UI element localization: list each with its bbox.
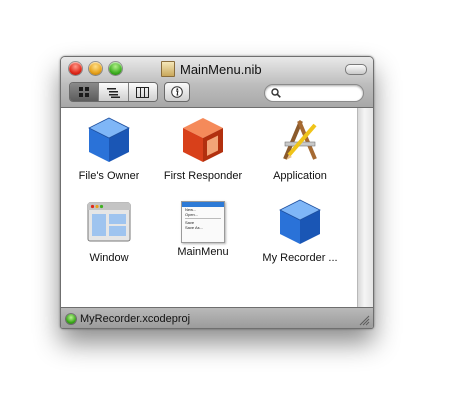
zoom-button[interactable] [109, 62, 122, 75]
search-input[interactable] [284, 86, 354, 100]
minimize-button[interactable] [89, 62, 102, 75]
list-icon [106, 87, 120, 98]
nib-item-my-recorder[interactable]: My Recorder ... [253, 195, 347, 271]
menu-preview-item: Save As... [185, 225, 204, 230]
nib-file-icon [161, 61, 175, 77]
item-label: File's Owner [78, 170, 140, 182]
vertical-scrollbar[interactable] [357, 108, 373, 307]
nib-item-application[interactable]: Application [253, 113, 347, 189]
project-status-dot-icon [66, 313, 76, 324]
first-responder-icon [183, 118, 223, 162]
close-button[interactable] [69, 62, 82, 75]
project-name: MyRecorder.xcodeproj [80, 312, 191, 325]
search-icon [271, 88, 281, 98]
window-title: MainMenu.nib [180, 61, 262, 77]
menu-icon: New... Open... Save Save As... [181, 201, 225, 243]
search-field[interactable] [264, 84, 364, 102]
info-icon [171, 86, 183, 98]
status-bar: MyRecorder.xcodeproj [61, 307, 373, 328]
item-label: First Responder [163, 170, 243, 182]
grid-icon [78, 86, 89, 97]
title-bar[interactable]: MainMenu.nib [61, 57, 373, 108]
item-label: Window [89, 252, 129, 264]
nib-item-first-responder[interactable]: First Responder [156, 113, 250, 189]
item-label: Application [273, 170, 327, 182]
view-mode-segmented-control [69, 82, 158, 102]
nib-item-mainmenu[interactable]: New... Open... Save Save As... MainMenu [156, 195, 250, 271]
column-view-button[interactable] [128, 83, 157, 101]
resize-grip-icon[interactable] [359, 315, 370, 326]
info-button[interactable] [164, 82, 190, 102]
list-view-button[interactable] [99, 83, 129, 101]
blue-cube-icon [88, 117, 130, 162]
item-label: My Recorder ... [262, 252, 338, 264]
item-label: MainMenu [177, 246, 229, 258]
nib-window: MainMenu.nib File's Owner First Responde… [60, 56, 374, 329]
icon-view-button[interactable] [70, 83, 100, 101]
nib-objects-area: File's Owner First Responder Application [61, 108, 357, 307]
window-title-group: MainMenu.nib [161, 60, 262, 78]
columns-icon [136, 86, 150, 98]
nib-item-window[interactable]: Window [62, 195, 156, 271]
application-icon [283, 120, 317, 160]
toolbar-toggle-button[interactable] [345, 64, 367, 75]
blue-cube-icon [279, 199, 321, 244]
menu-preview-item: Open... [185, 212, 199, 217]
nib-item-files-owner[interactable]: File's Owner [62, 113, 156, 189]
window-icon [87, 202, 131, 242]
